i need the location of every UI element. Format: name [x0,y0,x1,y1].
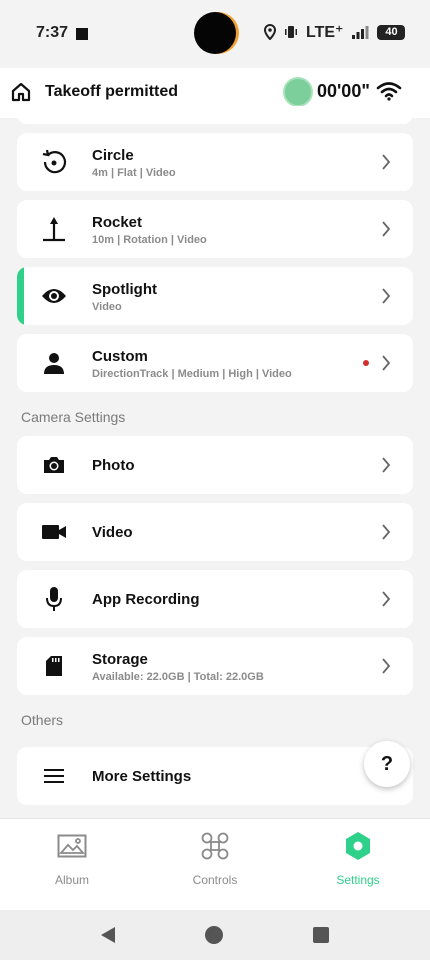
list-item-partial[interactable] [17,106,413,124]
settings-item-video[interactable]: Video [17,503,413,561]
back-icon[interactable] [99,926,117,944]
eye-icon [39,283,69,309]
mode-subtitle: Video [92,301,122,313]
drone-icon [160,829,270,863]
status-icons: LTE⁺ 40 [264,22,406,42]
settings-title: More Settings [92,768,192,785]
chevron-right-icon [382,355,391,371]
section-heading-camera: Camera Settings [21,409,126,425]
settings-item-storage[interactable]: Storage Available: 22.0GB | Total: 22.0G… [17,637,413,695]
chevron-right-icon [382,288,391,304]
person-icon [39,350,69,376]
videocam-icon [39,519,69,545]
chevron-right-icon [382,591,391,607]
mode-subtitle: 4m | Flat | Video [92,167,176,179]
help-button[interactable]: ? [364,741,410,787]
flight-timer: 00'00" [317,81,370,101]
mode-item-custom[interactable]: Custom DirectionTrack | Medium | High | … [17,334,413,392]
chevron-right-icon [382,524,391,540]
rocket-arrow-icon [39,216,69,242]
wifi-icon [376,82,402,101]
microphone-icon [39,586,69,612]
mode-title: Circle [92,147,134,164]
mode-subtitle: DirectionTrack | Medium | High | Video [92,368,292,380]
nav-album[interactable]: Album [17,829,127,887]
nav-label: Settings [336,873,380,887]
chevron-right-icon [382,457,391,473]
settings-item-photo[interactable]: Photo [17,436,413,494]
nav-settings[interactable]: Settings [303,829,413,887]
home-circle-icon[interactable] [205,926,223,944]
vibrate-icon [285,26,297,38]
camera-cutout [194,12,236,54]
flight-status: Takeoff permitted [45,83,179,100]
sd-card-icon [39,653,69,679]
mode-title: Rocket [92,214,143,231]
location-icon [264,24,276,40]
mode-item-rocket[interactable]: Rocket 10m | Rotation | Video [17,200,413,258]
status-time: 7:37 [36,24,69,41]
active-indicator [17,267,24,325]
storage-info: Available: 22.0GB | Total: 22.0GB [92,671,264,683]
camera-icon [39,452,69,478]
menu-icon [39,763,69,789]
chevron-right-icon [382,221,391,237]
network-type: LTE⁺ [306,24,344,41]
chevron-right-icon [382,658,391,674]
nav-controls[interactable]: Controls [160,829,270,887]
settings-title: Photo [92,457,135,474]
settings-title: Storage [92,651,148,668]
bottom-nav: Album Controls Settings [0,818,430,910]
mode-item-circle[interactable]: Circle 4m | Flat | Video [17,133,413,191]
settings-item-more[interactable]: More Settings [17,747,413,805]
settings-title: Video [92,524,133,541]
album-icon [17,829,127,863]
battery-icon: 40 [377,24,406,40]
stop-icon [76,28,88,40]
section-heading-others: Others [21,712,64,728]
home-icon[interactable] [10,82,32,102]
status-bar: 7:37 LTE⁺ 40 [0,0,430,68]
mode-subtitle: 10m | Rotation | Video [92,234,207,246]
settings-title: App Recording [92,591,200,608]
mode-title: Spotlight [92,281,157,298]
avatar[interactable] [283,77,313,107]
settings-item-app-recording[interactable]: App Recording [17,570,413,628]
mode-title: Custom [92,348,148,365]
mode-item-spotlight[interactable]: Spotlight Video [17,267,413,325]
signal-icon [352,26,369,39]
nav-label: Controls [192,873,238,887]
system-nav-bar [0,910,430,960]
rotate-icon [39,149,69,175]
settings-hex-icon [303,829,413,863]
notification-dot [363,360,369,366]
nav-label: Album [54,873,89,887]
chevron-right-icon [382,154,391,170]
recents-icon[interactable] [313,927,329,943]
